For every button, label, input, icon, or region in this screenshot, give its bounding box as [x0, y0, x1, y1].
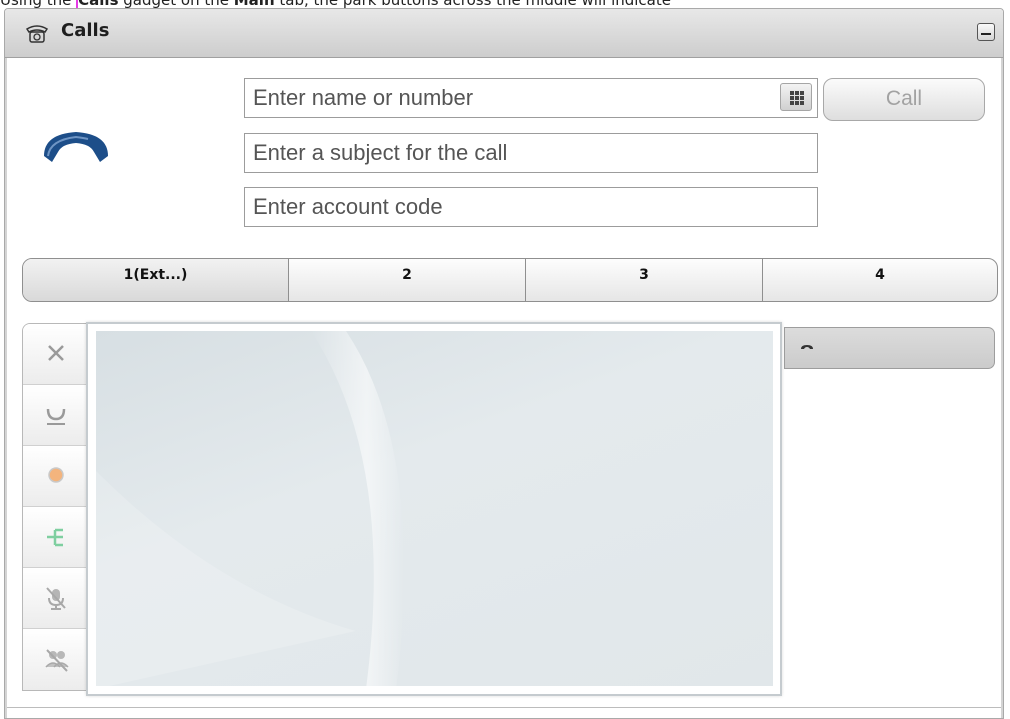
telephone-icon: [25, 25, 49, 43]
transfer-tree-icon: [47, 528, 63, 547]
call-status-row[interactable]: [784, 327, 995, 369]
calls-gadget: Calls Enter name or number Call Enter a …: [4, 8, 1004, 719]
call-button[interactable]: Call: [823, 78, 985, 121]
mute-microphone-icon: [46, 587, 66, 610]
tab-line-1[interactable]: 1(Ext...): [23, 259, 289, 301]
gadget-titlebar: Calls: [5, 9, 1003, 58]
drop-call-button[interactable]: [23, 324, 87, 385]
call-control-strip: [22, 323, 88, 691]
name-number-input[interactable]: Enter name or number: [244, 78, 818, 118]
account-code-input[interactable]: Enter account code: [244, 187, 818, 227]
park-handset-icon: [46, 408, 66, 425]
close-icon: [48, 345, 64, 361]
gadget-content: Enter name or number Call Enter a subjec…: [5, 58, 1003, 718]
hold-icon: [48, 467, 64, 483]
preview-panel: [86, 322, 782, 696]
mute-button[interactable]: [23, 568, 87, 629]
conference-button[interactable]: [23, 629, 87, 690]
conference-icon: [45, 649, 69, 672]
park-call-button[interactable]: [23, 385, 87, 446]
hold-button[interactable]: [23, 446, 87, 507]
dialpad-grid-icon: [790, 91, 804, 105]
minimize-button[interactable]: [977, 23, 995, 41]
tab-line-3[interactable]: 3: [526, 259, 763, 301]
gadget-title: Calls: [61, 20, 110, 41]
small-handset-icon: [801, 345, 813, 349]
tab-line-2[interactable]: 2: [289, 259, 526, 301]
handset-icon: [44, 132, 108, 162]
gadget-bottom-edge: [7, 707, 1001, 718]
preview-image: [96, 331, 773, 686]
dialpad-button[interactable]: [780, 83, 812, 111]
subject-input[interactable]: Enter a subject for the call: [244, 133, 818, 173]
tab-line-4[interactable]: 4: [763, 259, 997, 301]
line-tabs: 1(Ext...) 2 3 4: [22, 258, 998, 302]
transfer-button[interactable]: [23, 507, 87, 568]
swoosh-graphic: [96, 331, 405, 686]
